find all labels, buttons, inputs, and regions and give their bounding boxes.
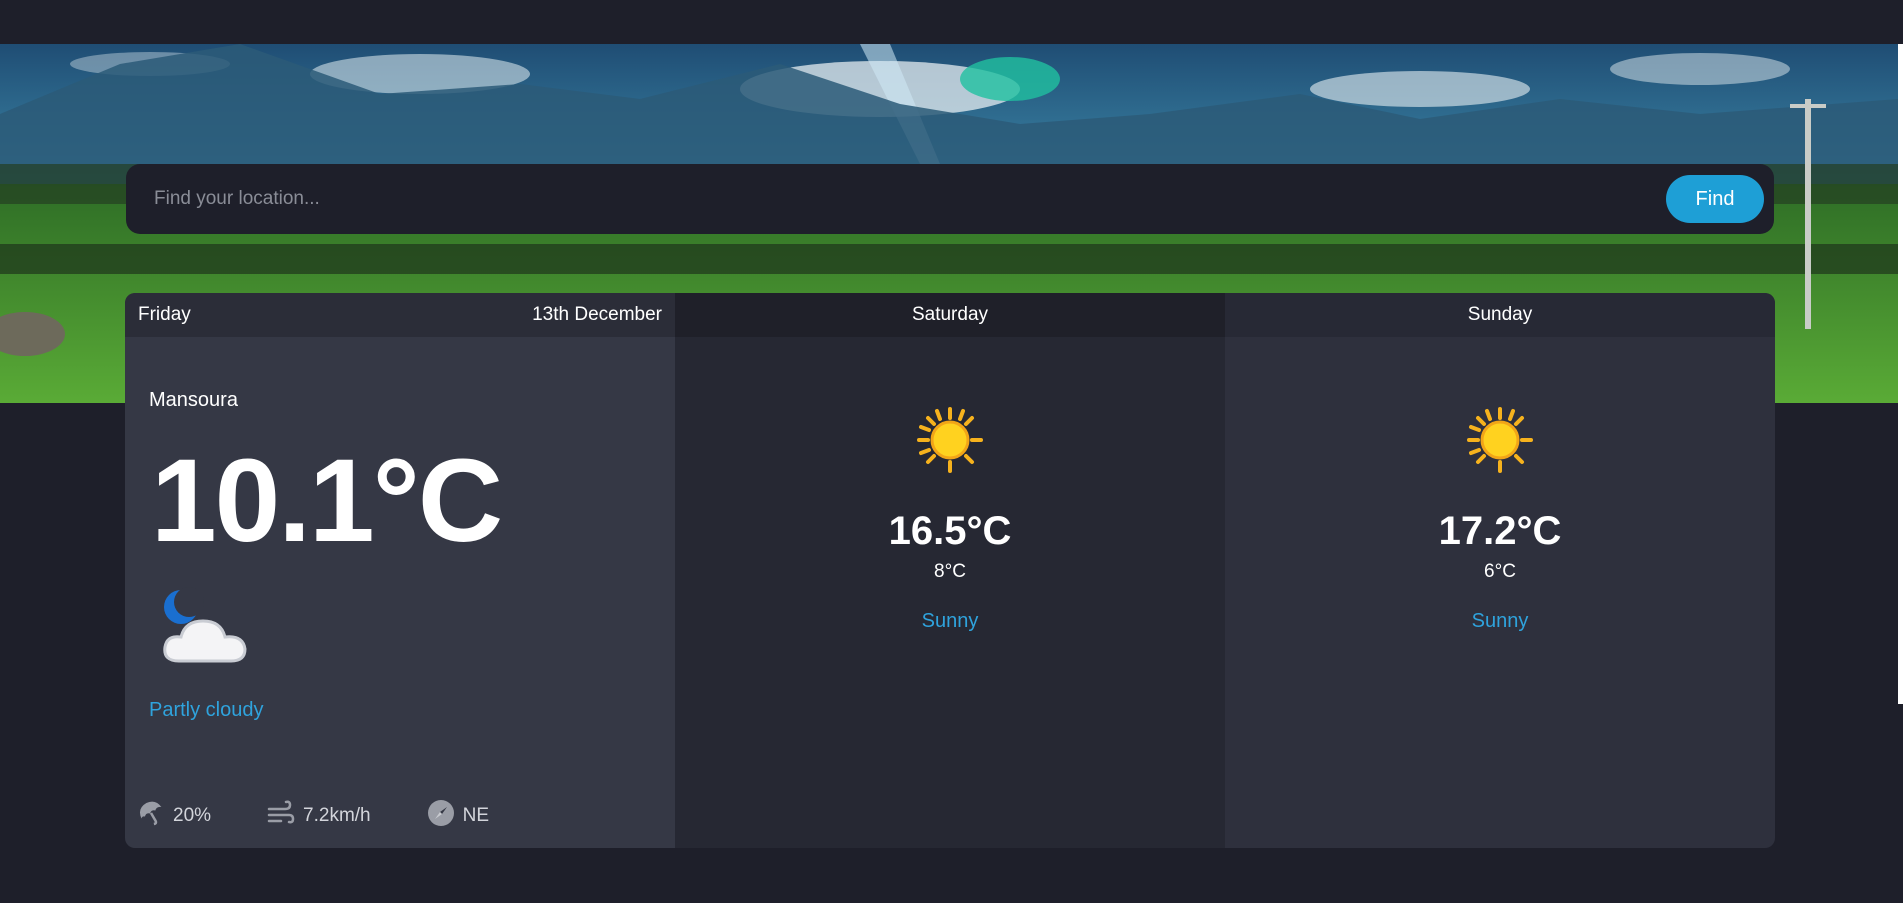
forecast-min-temp: 8°C [934,561,966,582]
moon-cloud-icon [159,587,251,676]
today-date: 13th December [532,304,662,325]
forecast-panel: Friday 13th December Mansoura 10.1°C Par… [125,293,1775,848]
search-bar: Find [126,164,1774,234]
compass-icon [427,799,463,833]
wind-icon [267,799,303,833]
forecast-day: Sunday [1467,304,1533,325]
forecast-card-saturday: Saturday 16.5°C 8°C Sunny [675,293,1225,848]
forecast-condition: Sunny [1471,610,1529,632]
page-edge-divider [1898,44,1903,704]
sun-icon [917,407,983,478]
forecast-max-temp: 16.5°C [888,509,1012,553]
rain-chance-stat: 20% [137,799,211,833]
rain-chance-value: 20% [173,805,212,826]
forecast-card-sunday: Sunday 17.2°C 6°C Sunny [1225,293,1775,848]
weather-stats: 20% 7.2km/h NE [137,799,545,833]
today-card-body: Mansoura 10.1°C Partly cloudy 20% 7.2km/… [125,337,675,848]
forecast-card-header: Saturday [675,293,1225,337]
forecast-day: Saturday [911,304,989,325]
sun-icon [1467,407,1533,478]
umbrella-icon [137,799,173,833]
forecast-min-temp: 6°C [1484,561,1516,582]
wind-speed-stat: 7.2km/h [267,799,371,833]
find-button[interactable]: Find [1666,175,1764,223]
forecast-card-body: 17.2°C 6°C Sunny [1225,337,1775,848]
current-condition: Partly cloudy [149,699,264,721]
today-card: Friday 13th December Mansoura 10.1°C Par… [125,293,675,848]
wind-speed-value: 7.2km/h [303,805,371,826]
location-search-input[interactable] [154,164,1666,234]
location-name: Mansoura [149,389,238,411]
weather-app: Find Friday 13th December Mansoura 10.1°… [0,0,1903,903]
wind-direction-stat: NE [427,799,489,833]
forecast-max-temp: 17.2°C [1438,509,1562,553]
current-temperature: 10.1°C [151,435,503,567]
forecast-card-header: Sunday [1225,293,1775,337]
today-card-header: Friday 13th December [125,293,675,337]
wind-direction-value: NE [462,805,490,826]
forecast-condition: Sunny [921,610,979,632]
today-day: Friday [138,304,191,325]
forecast-card-body: 16.5°C 8°C Sunny [675,337,1225,848]
